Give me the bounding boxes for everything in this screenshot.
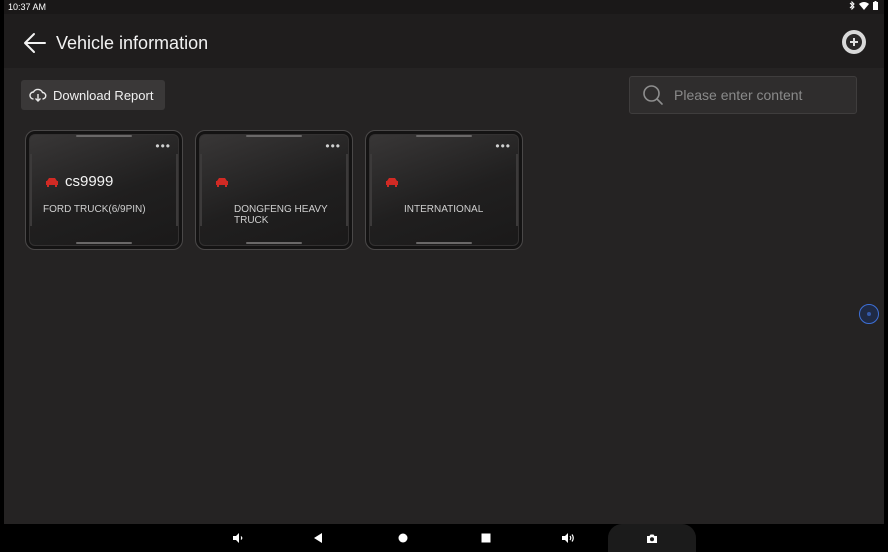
vehicle-plate: cs9999	[65, 173, 114, 190]
download-report-label: Download Report	[53, 87, 154, 103]
vehicle-card[interactable]: ••• DONGFENG HEAVY TRUCK	[195, 130, 353, 250]
app-window: 10:37 AM Vehicle information Download Re…	[4, 0, 884, 552]
back-nav-button[interactable]	[310, 530, 326, 546]
vehicle-model: FORD TRUCK(6/9PIN)	[43, 204, 146, 215]
search-box[interactable]	[629, 76, 857, 114]
vehicle-card[interactable]: ••• INTERNATIONAL	[365, 130, 523, 250]
car-icon	[46, 178, 58, 187]
home-circle-icon	[398, 533, 408, 543]
card-rail-top	[416, 135, 472, 137]
vehicle-card[interactable]: ••• cs9999 FORD TRUCK(6/9PIN)	[25, 130, 183, 250]
back-triangle-icon	[314, 533, 322, 543]
wifi-icon	[859, 1, 869, 13]
home-nav-button[interactable]	[395, 530, 411, 546]
assistive-touch-button[interactable]	[859, 304, 879, 324]
recents-square-icon	[481, 533, 491, 543]
card-side-right	[516, 154, 518, 226]
more-options-icon[interactable]: •••	[325, 140, 341, 152]
vehicle-model: INTERNATIONAL	[404, 204, 484, 215]
status-bar: 10:37 AM	[4, 0, 884, 14]
car-icon	[386, 178, 398, 187]
card-rail-bottom	[416, 242, 472, 244]
search-input[interactable]	[674, 87, 844, 103]
cloud-download-icon	[29, 88, 47, 102]
arrow-left-icon	[24, 33, 46, 53]
search-icon	[643, 85, 663, 105]
more-options-icon[interactable]: •••	[495, 140, 511, 152]
card-rail-top	[246, 135, 302, 137]
volume-down-icon	[233, 533, 243, 543]
status-icons	[849, 0, 878, 13]
volume-up-button[interactable]	[560, 530, 576, 546]
back-button[interactable]	[22, 30, 48, 56]
card-side-right	[176, 154, 178, 226]
card-side-left	[370, 154, 372, 226]
card-side-left	[200, 154, 202, 226]
card-side-right	[346, 154, 348, 226]
more-options-icon[interactable]: •••	[155, 140, 171, 152]
card-rail-bottom	[76, 242, 132, 244]
vehicle-model: DONGFENG HEAVY TRUCK	[234, 204, 328, 226]
add-vehicle-button[interactable]	[842, 30, 866, 54]
bluetooth-icon	[849, 0, 855, 13]
battery-icon	[873, 1, 878, 13]
volume-down-button[interactable]	[230, 530, 246, 546]
volume-up-icon	[562, 533, 574, 543]
status-time: 10:37 AM	[8, 2, 47, 12]
download-report-button[interactable]: Download Report	[21, 80, 165, 110]
card-side-left	[30, 154, 32, 226]
camera-icon	[647, 534, 657, 543]
app-header: Vehicle information	[4, 14, 884, 68]
recents-nav-button[interactable]	[478, 530, 494, 546]
page-title: Vehicle information	[56, 33, 209, 53]
screenshot-button[interactable]	[644, 530, 660, 546]
card-rail-top	[76, 135, 132, 137]
plus-circle-icon	[846, 34, 862, 50]
system-nav-bar	[4, 524, 884, 552]
card-rail-bottom	[246, 242, 302, 244]
car-icon	[216, 178, 228, 187]
